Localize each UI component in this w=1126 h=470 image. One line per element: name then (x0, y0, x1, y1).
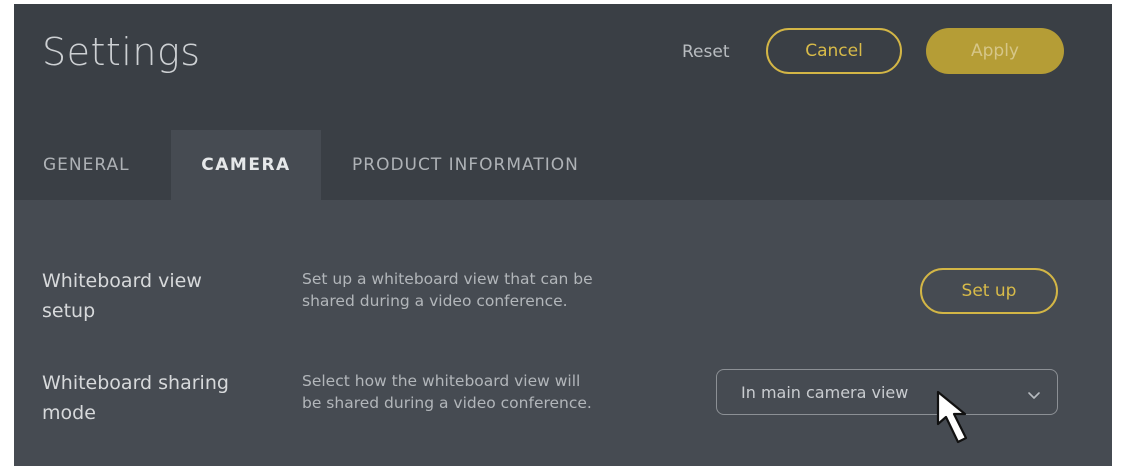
whiteboard-setup-description: Set up a whiteboard view that can be sha… (302, 268, 593, 312)
tab-camera-label: CAMERA (201, 155, 291, 175)
tab-general[interactable]: GENERAL (14, 130, 164, 200)
select-value: In main camera view (741, 382, 909, 402)
tab-product-information[interactable]: PRODUCT INFORMATION (352, 130, 612, 200)
setup-button[interactable]: Set up (920, 268, 1058, 314)
whiteboard-setup-title-line2: setup (42, 300, 96, 322)
page-title: Settings (42, 30, 201, 74)
whiteboard-setup-desc-line1: Set up a whiteboard view that can be (302, 270, 593, 288)
whiteboard-setup-title: Whiteboard view setup (42, 266, 202, 326)
chevron-down-icon (1027, 386, 1041, 405)
settings-panel: Settings Reset Cancel Apply GENERAL CAME… (14, 4, 1112, 466)
whiteboard-setup-title-line1: Whiteboard view (42, 270, 202, 292)
whiteboard-sharing-title-line1: Whiteboard sharing (42, 372, 229, 394)
whiteboard-sharing-desc-line2: be shared during a video conference. (302, 394, 592, 412)
whiteboard-sharing-desc-line1: Select how the whiteboard view will (302, 372, 581, 390)
whiteboard-sharing-title: Whiteboard sharing mode (42, 368, 229, 428)
settings-header: Settings Reset Cancel Apply GENERAL CAME… (14, 4, 1112, 200)
tab-camera[interactable]: CAMERA (171, 130, 321, 200)
reset-button[interactable]: Reset (682, 42, 730, 62)
apply-button[interactable]: Apply (926, 28, 1064, 74)
whiteboard-sharing-title-line2: mode (42, 402, 96, 424)
tab-product-information-label: PRODUCT INFORMATION (352, 155, 579, 175)
tab-general-label: GENERAL (43, 155, 130, 175)
whiteboard-setup-desc-line2: shared during a video conference. (302, 292, 568, 310)
mouse-pointer-icon (934, 390, 982, 454)
whiteboard-sharing-description: Select how the whiteboard view will be s… (302, 370, 592, 414)
whiteboard-sharing-mode-select[interactable]: In main camera view (716, 369, 1058, 415)
cancel-button[interactable]: Cancel (766, 28, 902, 74)
